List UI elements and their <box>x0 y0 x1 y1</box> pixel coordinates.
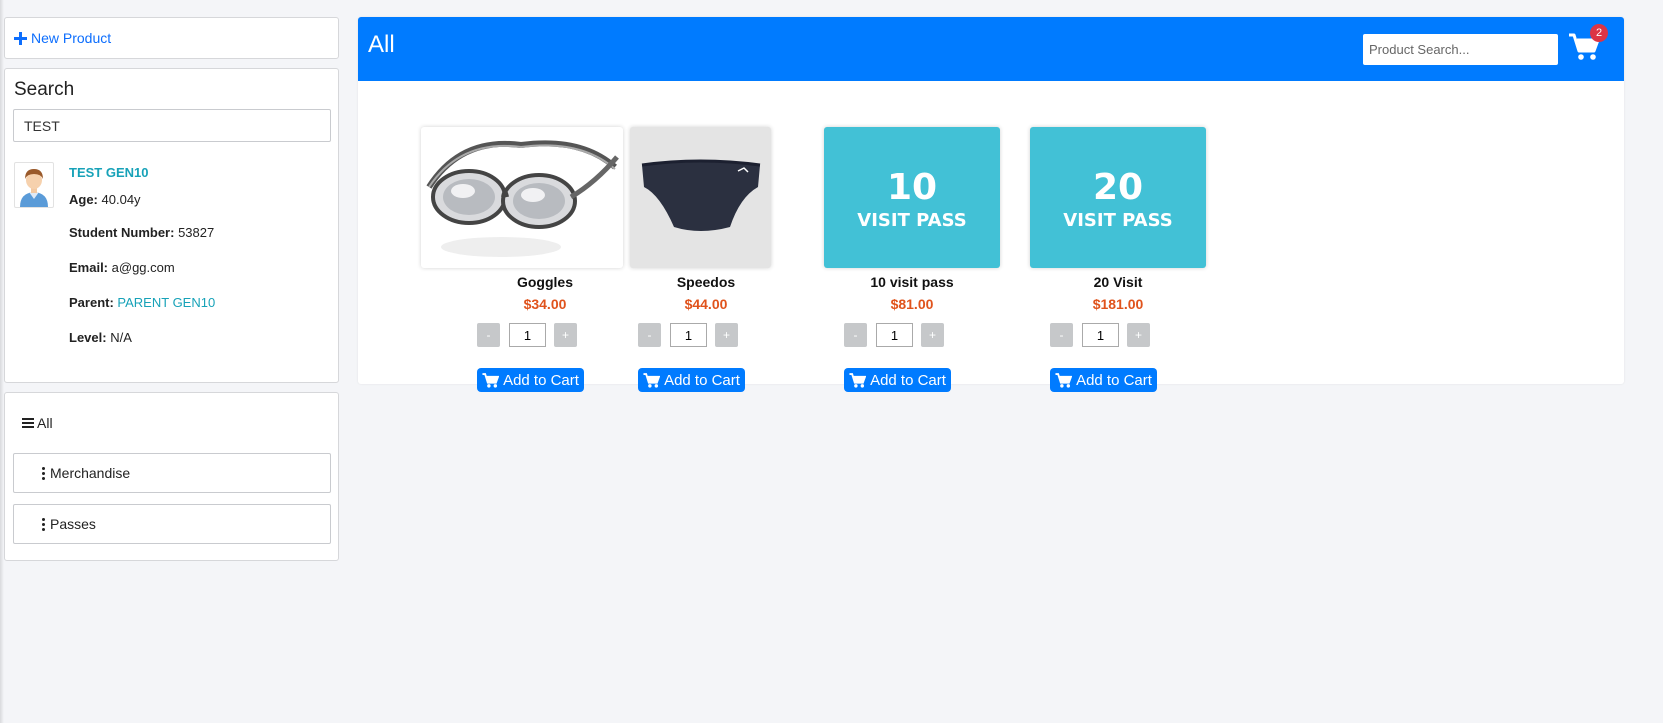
search-heading: Search <box>14 79 75 100</box>
email-value: a@gg.com <box>111 260 175 275</box>
pass-image-text: VISIT PASS <box>1063 210 1173 231</box>
cart-count-badge: 2 <box>1590 24 1608 42</box>
cart-icon <box>849 372 867 388</box>
pass-image-number: 10 <box>886 167 938 208</box>
increase-qty-button[interactable]: + <box>921 323 944 347</box>
quantity-stepper: - + <box>606 323 806 347</box>
add-to-cart-button[interactable]: Add to Cart <box>844 368 951 392</box>
vertical-dots-icon <box>42 517 46 531</box>
product-panel: All 2 <box>358 17 1624 392</box>
student-number-label: Student Number: <box>69 225 175 240</box>
increase-qty-button[interactable]: + <box>554 323 577 347</box>
category-all-label: All <box>37 415 53 431</box>
add-to-cart-label: Add to Cart <box>870 371 946 389</box>
category-item-label: Passes <box>50 516 96 532</box>
add-to-cart-label: Add to Cart <box>503 371 579 389</box>
product-image[interactable] <box>421 127 623 268</box>
add-to-cart-button[interactable]: Add to Cart <box>638 368 745 392</box>
student-level: Level: N/A <box>69 330 132 345</box>
decrease-qty-button[interactable]: - <box>477 323 500 347</box>
new-product-panel: New Product <box>4 17 339 59</box>
parent-label: Parent: <box>69 295 114 310</box>
increase-qty-button[interactable]: + <box>715 323 738 347</box>
product-name: Speedos <box>676 274 736 290</box>
student-search-panel: Search TEST GEN10 Age: 40.04y Student Nu… <box>4 68 339 383</box>
quantity-stepper: - + <box>1018 323 1218 347</box>
quantity-input[interactable] <box>876 323 913 347</box>
student-number-value: 53827 <box>178 225 215 240</box>
quantity-stepper: - + <box>812 323 1012 347</box>
parent-link[interactable]: PARENT GEN10 <box>117 295 215 310</box>
pass-image-number: 20 <box>1092 167 1144 208</box>
plus-icon <box>14 31 27 45</box>
student-number: Student Number: 53827 <box>69 225 214 240</box>
product-search-input[interactable] <box>1363 34 1558 65</box>
student-name-link[interactable]: TEST GEN10 <box>69 165 148 180</box>
category-item-passes[interactable]: Passes <box>13 504 331 544</box>
student-parent: Parent: PARENT GEN10 <box>69 295 215 310</box>
category-title: All <box>368 31 395 58</box>
student-search-input[interactable] <box>13 109 331 142</box>
category-all[interactable]: All <box>22 415 53 431</box>
vertical-dots-icon <box>42 466 46 480</box>
product-name: 10 visit pass <box>870 274 954 290</box>
category-item-merchandise[interactable]: Merchandise <box>13 453 331 493</box>
pass-image-text: VISIT PASS <box>857 210 967 231</box>
product-price: $81.00 <box>890 296 934 312</box>
age-value: 40.04y <box>101 192 141 207</box>
add-to-cart-label: Add to Cart <box>664 371 740 389</box>
category-item-label: Merchandise <box>50 465 131 481</box>
category-panel: All Merchandise Passes <box>4 392 339 561</box>
decrease-qty-button[interactable]: - <box>1050 323 1073 347</box>
cart-icon <box>482 372 500 388</box>
product-image[interactable]: 10 VISIT PASS <box>824 127 1000 268</box>
product-name: 20 Visit <box>1093 274 1143 290</box>
age-label: Age: <box>69 192 98 207</box>
product-header: All 2 <box>358 17 1624 81</box>
student-age: Age: 40.04y <box>69 192 141 207</box>
product-price: $181.00 <box>1092 296 1144 312</box>
product-price: $44.00 <box>684 296 728 312</box>
decrease-qty-button[interactable]: - <box>638 323 661 347</box>
product-card: 20 VISIT PASS 20 Visit $181.00 - + Add t… <box>1018 110 1218 392</box>
cart-icon <box>1055 372 1073 388</box>
increase-qty-button[interactable]: + <box>1127 323 1150 347</box>
level-label: Level: <box>69 330 107 345</box>
decrease-qty-button[interactable]: - <box>844 323 867 347</box>
menu-icon <box>22 417 34 429</box>
student-email: Email: a@gg.com <box>69 260 175 275</box>
level-value: N/A <box>110 330 132 345</box>
add-to-cart-label: Add to Cart <box>1076 371 1152 389</box>
new-product-label: New Product <box>31 30 112 46</box>
product-image[interactable]: 20 VISIT PASS <box>1030 127 1206 268</box>
product-card: Goggles $34.00 - + Add to Cart <box>403 110 623 392</box>
product-card: 10 VISIT PASS 10 visit pass $81.00 - + A… <box>812 110 1012 392</box>
quantity-input[interactable] <box>509 323 546 347</box>
quantity-input[interactable] <box>1082 323 1119 347</box>
quantity-input[interactable] <box>670 323 707 347</box>
email-label: Email: <box>69 260 109 275</box>
add-to-cart-button[interactable]: Add to Cart <box>1050 368 1157 392</box>
cart-icon <box>643 372 661 388</box>
student-avatar <box>14 162 54 208</box>
product-card: Speedos $44.00 - + Add to Cart <box>606 110 806 392</box>
product-image[interactable] <box>630 127 771 268</box>
add-to-cart-button[interactable]: Add to Cart <box>477 368 584 392</box>
new-product-button[interactable]: New Product <box>14 30 111 46</box>
